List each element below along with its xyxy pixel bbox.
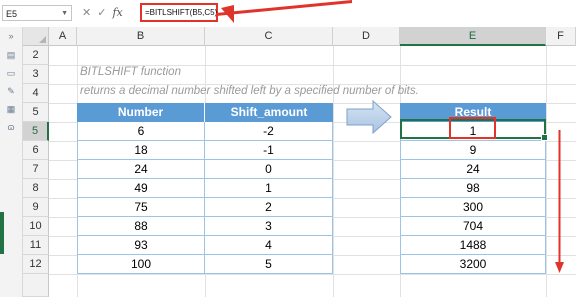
number-cell[interactable]: 6 [77,122,205,141]
shift-amount-cell[interactable]: -2 [205,122,333,141]
result-cell[interactable]: 1488 [400,236,546,255]
column-header-a[interactable]: A [49,27,77,46]
name-box-value: E5 [6,9,18,19]
row-header-13[interactable] [23,274,49,297]
number-cell[interactable]: 18 [77,141,205,160]
cancel-icon[interactable]: ✕ [82,7,97,19]
right-arrow-icon [346,100,392,134]
fill-handle[interactable] [541,134,548,141]
row-header-10[interactable]: 10 [23,217,49,236]
number-cell[interactable]: 75 [77,198,205,217]
number-header: Number [77,103,205,122]
chevron-down-icon[interactable]: ▼ [61,6,68,22]
shift-amount-header: Shift_amount [205,103,333,122]
select-all-corner[interactable] [23,27,49,46]
active-tab-marker [0,212,4,254]
result-cell[interactable]: 24 [400,160,546,179]
row-header-6[interactable]: 6 [23,141,49,160]
result-cell[interactable]: 3200 [400,255,546,274]
folder-icon[interactable]: ▭ [5,67,17,79]
description-title: BITLSHIFT function [80,66,181,78]
column-header-f[interactable]: F [546,27,576,46]
row-header-11[interactable]: 11 [23,236,49,255]
row-header-5-selected[interactable]: 5 [23,122,49,141]
number-cell[interactable]: 100 [77,255,205,274]
row-header-9[interactable]: 9 [23,198,49,217]
row-header-2[interactable]: 2 [23,46,49,65]
shift-amount-cell[interactable]: 0 [205,160,333,179]
row-header-12[interactable]: 12 [23,255,49,274]
shift-amount-cell[interactable]: 5 [205,255,333,274]
file-icon[interactable]: ▤ [5,49,17,61]
confirm-icon[interactable]: ✓ [97,7,112,19]
column-header-d[interactable]: D [333,27,400,46]
gridline [49,274,576,275]
shift-amount-cell[interactable]: 2 [205,198,333,217]
number-cell[interactable]: 24 [77,160,205,179]
description-text: returns a decimal number shifted left by… [80,85,419,97]
expand-icon[interactable]: » [5,30,17,42]
formula-bar: E5 ▼ ✕✓fx =BITLSHIFT(B5,C5) [0,0,576,28]
number-cell[interactable]: 49 [77,179,205,198]
grid-icon[interactable]: ▦ [5,103,17,115]
row-header-8[interactable]: 8 [23,179,49,198]
row-header-5[interactable]: 5 [23,103,49,122]
name-box[interactable]: E5 ▼ [2,5,72,21]
binoculars-icon[interactable]: ɷ [5,121,17,133]
formula-bar-buttons: ✕✓fx [82,5,123,21]
result-cell[interactable]: 9 [400,141,546,160]
annotation-highlight-box [449,117,496,139]
shift-amount-cell[interactable]: 4 [205,236,333,255]
result-cell[interactable]: 704 [400,217,546,236]
row-header-4[interactable]: 4 [23,84,49,103]
red-down-arrow-icon [555,130,564,273]
edit-icon[interactable]: ✎ [5,85,17,97]
result-cell[interactable]: 300 [400,198,546,217]
column-header-e[interactable]: E [400,27,546,46]
insert-function-icon[interactable]: fx [112,6,122,19]
formula-text: =BITLSHIFT(B5,C5) [145,8,218,17]
row-header-3[interactable]: 3 [23,65,49,84]
column-header-b[interactable]: B [77,27,205,46]
column-header-c[interactable]: C [205,27,333,46]
formula-input[interactable]: =BITLSHIFT(B5,C5) [140,3,218,22]
row-header-7[interactable]: 7 [23,160,49,179]
number-cell[interactable]: 88 [77,217,205,236]
result-cell[interactable]: 98 [400,179,546,198]
shift-amount-cell[interactable]: -1 [205,141,333,160]
number-cell[interactable]: 93 [77,236,205,255]
left-pane-strip: » ▤ ▭ ✎ ▦ ɷ [0,27,23,297]
shift-amount-cell[interactable]: 1 [205,179,333,198]
shift-amount-cell[interactable]: 3 [205,217,333,236]
